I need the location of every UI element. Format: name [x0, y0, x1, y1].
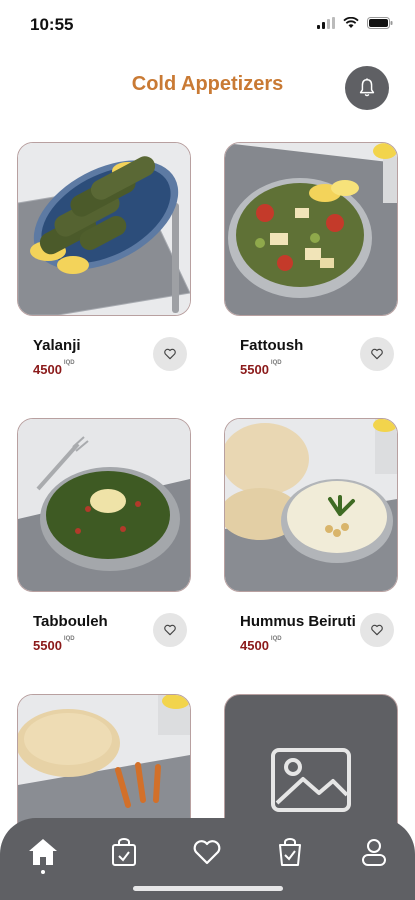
active-indicator [41, 870, 45, 874]
product-image-fattoush-salad [224, 142, 398, 316]
home-icon [29, 839, 57, 865]
status-icons [317, 17, 393, 29]
currency-label: IQD [270, 360, 282, 366]
heart-icon [164, 624, 176, 636]
favorite-button[interactable] [360, 337, 394, 371]
cart-bag-icon [279, 838, 301, 866]
product-price: 5500 IQD [33, 636, 75, 653]
heart-icon [193, 840, 221, 865]
nav-orders[interactable] [104, 832, 144, 872]
product-price: 5500 IQD [240, 360, 282, 377]
product-name: Yalanji [33, 337, 81, 354]
product-price: 4500 IQD [240, 636, 282, 653]
wifi-icon [343, 17, 359, 28]
currency-label: IQD [63, 636, 75, 642]
nav-cart[interactable] [270, 832, 310, 872]
nav-favorites[interactable] [187, 832, 227, 872]
heart-icon [164, 348, 176, 360]
currency-label: IQD [270, 636, 282, 642]
signal-icon [317, 17, 335, 29]
home-indicator [133, 886, 283, 891]
product-image-tabbouleh-salad [17, 418, 191, 592]
product-card-fattoush[interactable]: Fattoush 5500 IQD [224, 142, 398, 377]
favorite-button[interactable] [153, 337, 187, 371]
product-card-tabbouleh[interactable]: Tabbouleh 5500 IQD [17, 418, 191, 653]
product-price: 4500 IQD [33, 360, 75, 377]
battery-icon [367, 17, 393, 29]
heart-icon [371, 624, 383, 636]
status-bar: 10:55 [0, 0, 415, 48]
status-time: 10:55 [30, 15, 74, 34]
product-name: Hummus Beiruti [240, 613, 356, 630]
heart-icon [371, 348, 383, 360]
product-card-hummus-beiruti[interactable]: Hummus Beiruti 4500 IQD [224, 418, 398, 653]
currency-label: IQD [63, 360, 75, 366]
product-image-stuffed-grape-leaves [17, 142, 191, 316]
product-card-yalanji[interactable]: Yalanji 4500 IQD [17, 142, 191, 377]
product-image-hummus-with-pita [224, 418, 398, 592]
orders-bag-icon [112, 838, 136, 866]
favorite-button[interactable] [360, 613, 394, 647]
product-name: Fattoush [240, 337, 304, 354]
nav-home[interactable] [23, 832, 63, 872]
product-name: Tabbouleh [33, 613, 108, 630]
notifications-button[interactable] [345, 66, 389, 110]
profile-icon [362, 839, 386, 866]
bell-icon [359, 78, 375, 97]
nav-profile[interactable] [354, 832, 394, 872]
favorite-button[interactable] [153, 613, 187, 647]
